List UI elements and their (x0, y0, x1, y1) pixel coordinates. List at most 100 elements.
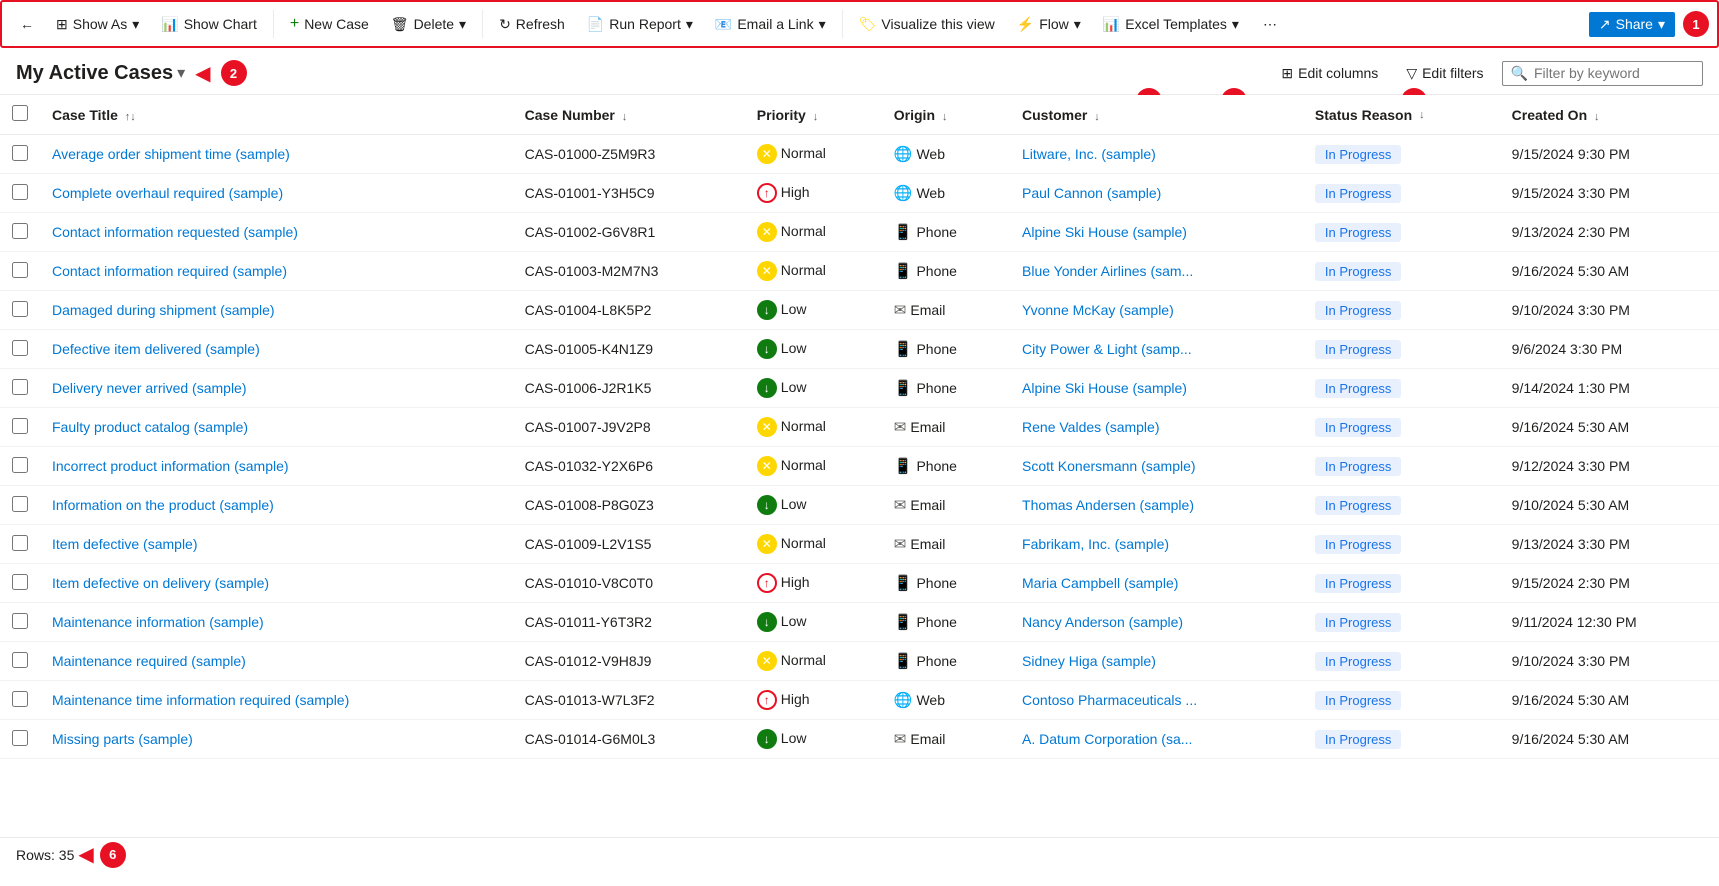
select-all-checkbox[interactable] (12, 105, 28, 121)
status-reason-cell: In Progress (1303, 135, 1500, 174)
customer-link[interactable]: City Power & Light (samp... (1022, 341, 1192, 357)
customer-link[interactable]: Paul Cannon (sample) (1022, 185, 1161, 201)
col-origin[interactable]: Origin ↓ (882, 95, 1010, 135)
customer-link[interactable]: Yvonne McKay (sample) (1022, 302, 1174, 318)
row-checkbox[interactable] (12, 730, 28, 746)
case-number-cell: CAS-01013-W7L3F2 (513, 681, 745, 720)
row-checkbox[interactable] (12, 652, 28, 668)
row-checkbox[interactable] (12, 613, 28, 629)
case-title-link[interactable]: Complete overhaul required (sample) (52, 185, 283, 201)
case-number-cell: CAS-01001-Y3H5C9 (513, 174, 745, 213)
origin-label: Email (910, 497, 945, 513)
case-title-link[interactable]: Item defective on delivery (sample) (52, 575, 269, 591)
customer-link[interactable]: Alpine Ski House (sample) (1022, 380, 1187, 396)
origin-label: Phone (916, 224, 956, 240)
priority-icon: ↑ (757, 183, 777, 203)
row-checkbox[interactable] (12, 184, 28, 200)
case-title-link[interactable]: Incorrect product information (sample) (52, 458, 289, 474)
customer-link[interactable]: Alpine Ski House (sample) (1022, 224, 1187, 240)
col-created-on[interactable]: Created On ↓ (1500, 95, 1719, 135)
customer-link[interactable]: Scott Konersmann (sample) (1022, 458, 1196, 474)
case-title-link[interactable]: Delivery never arrived (sample) (52, 380, 247, 396)
row-checkbox[interactable] (12, 379, 28, 395)
col-case-title[interactable]: Case Title ↑↓ (40, 95, 513, 135)
row-checkbox[interactable] (12, 574, 28, 590)
refresh-button[interactable]: ↻ Refresh (489, 12, 575, 37)
row-checkbox[interactable] (12, 340, 28, 356)
row-checkbox[interactable] (12, 457, 28, 473)
customer-link[interactable]: Litware, Inc. (sample) (1022, 146, 1156, 162)
origin-label: Phone (916, 341, 956, 357)
row-checkbox[interactable] (12, 691, 28, 707)
row-checkbox[interactable] (12, 418, 28, 434)
email-link-button[interactable]: 📧 Email a Link ▾ (705, 12, 836, 37)
customer-link[interactable]: Fabrikam, Inc. (sample) (1022, 536, 1169, 552)
table-row: Delivery never arrived (sample)CAS-01006… (0, 369, 1719, 408)
row-checkbox[interactable] (12, 301, 28, 317)
annotation-1: 1 (1683, 11, 1709, 37)
refresh-icon: ↻ (499, 16, 511, 33)
row-checkbox-cell (0, 369, 40, 408)
customer-cell: Sidney Higa (sample) (1010, 642, 1303, 681)
new-case-button[interactable]: + New Case (280, 11, 379, 37)
origin-icon: ✉ (894, 536, 907, 553)
col-case-number[interactable]: Case Number ↓ (513, 95, 745, 135)
case-title-link[interactable]: Information on the product (sample) (52, 497, 274, 513)
table-row: Item defective on delivery (sample)CAS-0… (0, 564, 1719, 603)
more-button[interactable]: ⋯ (1253, 12, 1287, 37)
divider-1 (273, 10, 274, 38)
priority-label: Low (781, 496, 807, 512)
customer-link[interactable]: Blue Yonder Airlines (sam... (1022, 263, 1193, 279)
edit-columns-button[interactable]: ⊞ Edit columns (1271, 61, 1388, 86)
customer-link[interactable]: Nancy Anderson (sample) (1022, 614, 1183, 630)
col-customer[interactable]: Customer ↓ (1010, 95, 1303, 135)
show-chart-button[interactable]: 📊 Show Chart (151, 12, 267, 37)
email-link-label: Email a Link (737, 16, 813, 32)
col-priority[interactable]: Priority ↓ (745, 95, 882, 135)
case-title-link[interactable]: Item defective (sample) (52, 536, 198, 552)
case-title-link[interactable]: Defective item delivered (sample) (52, 341, 260, 357)
flow-button[interactable]: ⚡ Flow ▾ (1007, 12, 1091, 37)
customer-link[interactable]: Maria Campbell (sample) (1022, 575, 1178, 591)
priority-icon: ↑ (757, 573, 777, 593)
customer-link[interactable]: Rene Valdes (sample) (1022, 419, 1159, 435)
col-status-reason[interactable]: Status Reason ↓ (1303, 95, 1500, 135)
share-button[interactable]: ↗ Share ▾ (1589, 12, 1675, 37)
customer-link[interactable]: Thomas Andersen (sample) (1022, 497, 1194, 513)
case-title-link[interactable]: Damaged during shipment (sample) (52, 302, 275, 318)
origin-label: Web (916, 146, 945, 162)
customer-link[interactable]: Contoso Pharmaceuticals ... (1022, 692, 1197, 708)
case-title-link[interactable]: Average order shipment time (sample) (52, 146, 290, 162)
run-report-button[interactable]: 📄 Run Report ▾ (577, 12, 703, 37)
case-title-link[interactable]: Contact information requested (sample) (52, 224, 298, 240)
back-button[interactable]: ← (10, 12, 44, 36)
filter-input[interactable] (1534, 65, 1694, 81)
case-title-link[interactable]: Contact information required (sample) (52, 263, 287, 279)
row-checkbox[interactable] (12, 145, 28, 161)
origin-sort-icon: ↓ (942, 111, 948, 123)
row-checkbox[interactable] (12, 262, 28, 278)
origin-icon: 📱 (894, 575, 913, 592)
case-title-link[interactable]: Missing parts (sample) (52, 731, 193, 747)
case-title-link[interactable]: Faulty product catalog (sample) (52, 419, 248, 435)
case-title-link[interactable]: Maintenance time information required (s… (52, 692, 349, 708)
customer-link[interactable]: Sidney Higa (sample) (1022, 653, 1156, 669)
status-badge: In Progress (1315, 574, 1401, 593)
delete-button[interactable]: 🗑 Delete ▾ (381, 12, 476, 37)
show-as-button[interactable]: ⊞ Show As ▾ (46, 12, 149, 37)
visualize-button[interactable]: 🏷 Visualize this view (849, 12, 1005, 37)
row-checkbox[interactable] (12, 535, 28, 551)
row-checkbox[interactable] (12, 223, 28, 239)
case-title-link[interactable]: Maintenance information (sample) (52, 614, 264, 630)
annotation-6: 6 (100, 842, 126, 868)
view-title-chevron-icon[interactable]: ▾ (177, 63, 185, 83)
customer-link[interactable]: A. Datum Corporation (sa... (1022, 731, 1192, 747)
edit-filters-button[interactable]: ▽ Edit filters (1396, 61, 1493, 86)
excel-templates-button[interactable]: 📊 Excel Templates ▾ (1093, 12, 1249, 37)
row-checkbox[interactable] (12, 496, 28, 512)
case-title-link[interactable]: Maintenance required (sample) (52, 653, 246, 669)
customer-cell: Scott Konersmann (sample) (1010, 447, 1303, 486)
flow-chevron-icon: ▾ (1074, 16, 1081, 33)
case-title-cell: Complete overhaul required (sample) (40, 174, 513, 213)
divider-2 (482, 10, 483, 38)
